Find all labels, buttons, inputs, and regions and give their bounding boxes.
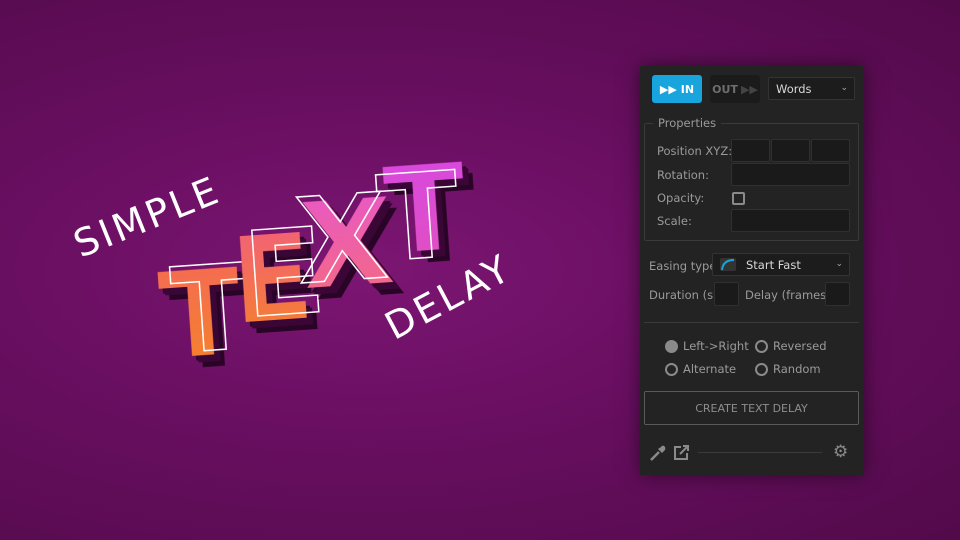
play-forward-icon: ▶▶ <box>740 82 758 96</box>
radio-dot <box>755 362 768 376</box>
rotation-input[interactable] <box>731 163 850 186</box>
external-link-icon[interactable] <box>673 444 690 461</box>
delay-label: Delay (frames) <box>745 288 831 302</box>
position-label: Position XYZ: <box>657 144 733 158</box>
easing-value: Start Fast <box>746 257 801 272</box>
ease-curve-icon <box>720 258 736 271</box>
radio-dot <box>665 362 678 376</box>
in-label: IN <box>680 82 695 96</box>
radio-label: Random <box>773 362 821 376</box>
out-label: OUT <box>712 82 738 96</box>
footer-divider <box>698 452 822 453</box>
properties-legend: Properties <box>653 116 722 130</box>
in-button[interactable]: ▶▶ IN <box>652 75 702 103</box>
split-mode-value: Words <box>776 81 812 96</box>
play-forward-icon: ▶▶ <box>659 82 677 96</box>
letter-t2-outline: T <box>373 145 464 290</box>
easing-select[interactable]: Start Fast ⌄ <box>712 253 850 276</box>
position-y-input[interactable] <box>771 139 810 162</box>
chevron-down-icon: ⌄ <box>840 82 848 93</box>
scale-input[interactable] <box>731 209 850 232</box>
text-delay-panel: ▶▶ IN OUT ▶▶ Words ⌄ Properties Position XY… <box>640 66 864 475</box>
position-z-input[interactable] <box>811 139 850 162</box>
artwork-canvas: SIMPLE DELAY T T E E X X T T <box>0 0 620 540</box>
radio-random[interactable]: Random <box>755 362 821 376</box>
radio-dot <box>755 339 768 353</box>
opacity-checkbox[interactable] <box>732 192 745 205</box>
radio-left-right[interactable]: Left->Right <box>665 339 749 353</box>
radio-label: Reversed <box>773 339 827 353</box>
split-mode-select[interactable]: Words ⌄ <box>768 77 855 100</box>
duration-input[interactable] <box>714 282 739 306</box>
eyedropper-icon[interactable] <box>649 444 667 462</box>
gear-icon[interactable]: ⚙ <box>833 442 848 462</box>
create-text-delay-button[interactable]: CREATE TEXT DELAY <box>644 391 859 425</box>
chevron-down-icon: ⌄ <box>835 258 843 269</box>
opacity-label: Opacity: <box>657 191 705 205</box>
duration-label: Duration (s) <box>649 288 718 302</box>
radio-label: Alternate <box>683 362 737 376</box>
scale-label: Scale: <box>657 214 692 228</box>
radio-alternate[interactable]: Alternate <box>665 362 736 376</box>
easing-label: Easing type <box>649 259 717 273</box>
rotation-label: Rotation: <box>657 168 709 182</box>
divider <box>644 322 859 323</box>
position-x-input[interactable] <box>731 139 770 162</box>
out-button[interactable]: OUT ▶▶ <box>710 75 760 103</box>
radio-reversed[interactable]: Reversed <box>755 339 827 353</box>
radio-label: Left->Right <box>683 339 749 353</box>
radio-dot <box>665 339 678 353</box>
delay-input[interactable] <box>825 282 850 306</box>
